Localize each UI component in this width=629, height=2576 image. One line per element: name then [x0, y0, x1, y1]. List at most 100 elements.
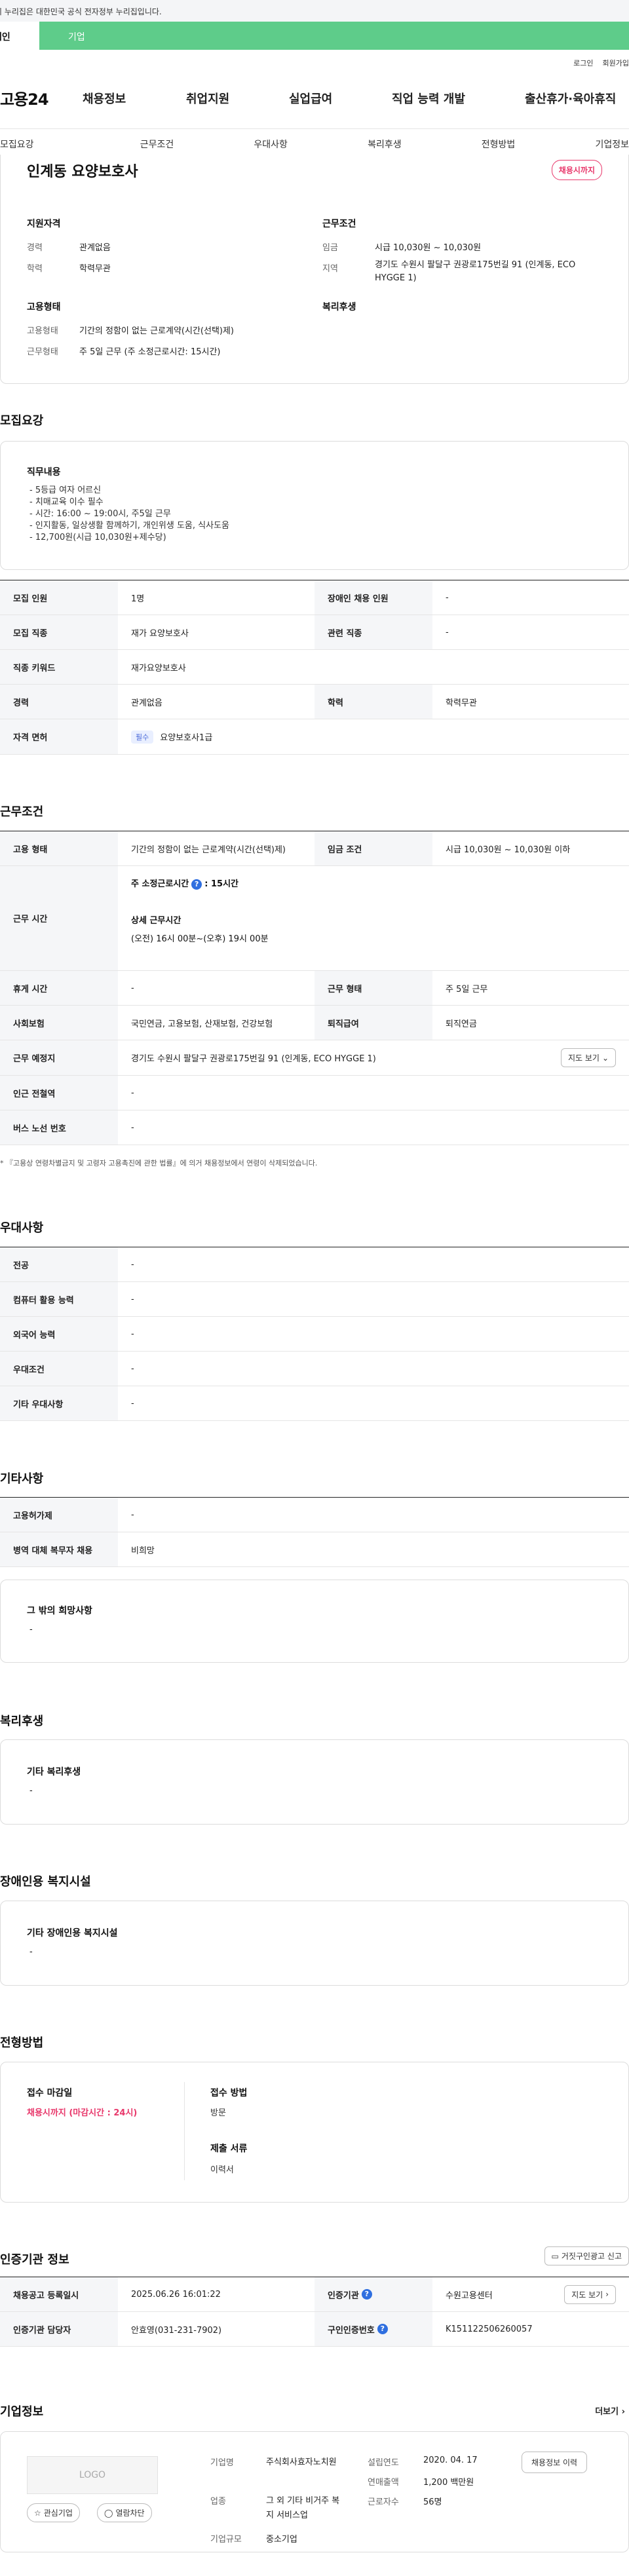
nav-vocational-training[interactable]: 직업 능력 개발: [392, 90, 465, 107]
selection-card: 접수 마감일 채용시까지 (마감시간 : 24시) 접수 방법 방문 제출 서류…: [0, 2062, 629, 2203]
row-value: 재가 요양보호사: [131, 628, 189, 639]
career-value: 관계없음: [79, 243, 111, 253]
detail-time-label: 상세 근무시간: [131, 916, 181, 926]
job-history-label: 채용정보 이력: [531, 2458, 578, 2467]
company-name-value: 주식회사효자노치원: [266, 2457, 337, 2467]
anchor-preference[interactable]: 우대사항: [254, 138, 288, 157]
preference-heading: 우대사항: [0, 1221, 44, 1235]
row-value: 비희망: [131, 1545, 155, 1556]
sales-label: 연매출액: [368, 2478, 399, 2488]
user-type-tabs: 개인 기업: [0, 22, 629, 50]
row-value: 2025.06.26 16:01:22: [131, 2289, 221, 2300]
row-label: 우대조건: [0, 1352, 118, 1386]
job-no-label: 구인인증번호: [328, 2325, 375, 2336]
welfare-box-heading: 기타 복리후생: [27, 1767, 81, 1777]
row-value: -: [131, 1088, 134, 1098]
employees-value: 56명: [423, 2497, 442, 2507]
other-wish-value: -: [29, 1625, 33, 1635]
interest-company-button[interactable]: ☆ 관심기업: [27, 2503, 80, 2522]
anchor-welfare[interactable]: 복리후생: [368, 138, 402, 157]
block-view-button[interactable]: ◯ 열람차단: [97, 2503, 152, 2522]
row-value: 경기도 수원시 팔달구 권광로175번길 91 (인계동, ECO HYGGE …: [118, 1040, 629, 1075]
org-value: 수원고용센터: [446, 2290, 493, 2301]
more-label: 더보기: [595, 2407, 619, 2417]
nav-employment-support[interactable]: 취업지원: [186, 90, 229, 107]
table-row: 근무 예정지 경기도 수원시 팔달구 권광로175번길 91 (인계동, ECO…: [0, 1040, 629, 1076]
disability-box-heading: 기타 장애인용 복지시설: [27, 1928, 118, 1939]
signup-link[interactable]: 회원가입: [603, 58, 629, 68]
help-icon[interactable]: ?: [377, 2324, 388, 2334]
row-label: 직종 키워드: [0, 650, 118, 684]
block-button-label: 열람차단: [115, 2509, 145, 2518]
row-label: 관련 직종: [314, 615, 432, 649]
welfare-heading: 복리후생: [322, 302, 356, 313]
size-label: 기업규모: [210, 2535, 242, 2545]
table-row: 직종 키워드 재가요양보호사: [0, 650, 629, 685]
weekly-hours-label: 주 소정근로시간: [131, 879, 189, 889]
job-title: 인계동 요양보호사: [27, 164, 138, 180]
org-label: 인증기관: [328, 2290, 359, 2301]
qual-heading: 지원자격: [27, 219, 61, 229]
login-link[interactable]: 로그인: [573, 58, 593, 68]
company-name-label: 기업명: [210, 2458, 234, 2468]
gov-banner-text: 이 누리집은 대한민국 공식 전자정부 누리집입니다.: [0, 7, 162, 16]
age-note: * 『고용상 연령차별금지 및 고령자 고용촉진에 관한 법률』에 의거 채용정…: [0, 1159, 318, 1167]
emp-heading: 고용형태: [27, 302, 61, 313]
other-wish-heading: 그 밖의 희망사항: [27, 1606, 92, 1616]
row-label: 경력: [0, 685, 118, 719]
row-value: -: [131, 1398, 134, 1409]
row-value: 필수 요양보호사1급: [118, 719, 629, 754]
help-icon[interactable]: ?: [191, 879, 202, 890]
map-button-label: 지도 보기: [567, 1053, 600, 1063]
agency-heading: 인증기관 정보: [0, 2253, 69, 2267]
row-label: 학력: [314, 685, 432, 719]
row-value: -: [131, 1259, 134, 1270]
interest-button-label: 관심기업: [43, 2509, 73, 2518]
anchor-conditions[interactable]: 근무조건: [140, 138, 174, 157]
region-value: 경기도 수원시 팔달구 권광로175번길 91 (인계동, ECO HYGGE …: [375, 260, 576, 283]
anchor-recruit[interactable]: 모집요강: [0, 138, 34, 157]
edu-label: 학력: [27, 264, 43, 274]
size-value: 중소기업: [266, 2535, 297, 2545]
table-row: 근무 시간 주 소정근로시간?: 15시간 상세 근무시간 (오전) 16시 0…: [0, 866, 629, 971]
help-icon[interactable]: ?: [361, 2289, 372, 2300]
deadline-label: 접수 마감일: [27, 2088, 73, 2098]
industry-value: 그 외 기타 비거주 복지 서비스업: [266, 2496, 340, 2521]
row-label: 자격 면허: [0, 719, 118, 754]
table-row: 휴게 시간 - 근무 형태 주 5일 근무: [0, 971, 629, 1006]
deadline-value: 채용시까지 (마감시간 : 24시): [27, 2108, 138, 2118]
work-form-label: 근무형태: [27, 347, 58, 357]
job-desc-heading: 직무내용: [27, 467, 61, 478]
org-map-button[interactable]: 지도 보기 ›: [564, 2284, 616, 2304]
emp-type-value: 기간의 정함이 없는 근로계약(시간(선택)제): [79, 326, 235, 336]
work-form-value: 주 5일 근무 (주 소정근로시간: 15시간): [79, 347, 221, 357]
tab-corporate-label: 기업: [68, 32, 85, 43]
sales-value: 1,200 백만원: [423, 2478, 474, 2488]
etc-heading: 기타사항: [0, 1472, 44, 1486]
anchor-selection[interactable]: 전형방법: [482, 138, 516, 157]
cond-heading: 근무조건: [322, 219, 356, 229]
report-fake-ad-button[interactable]: ▭ 거짓구인광고 신고: [544, 2246, 629, 2265]
nav-jobs[interactable]: 채용정보: [83, 90, 126, 107]
company-more-link[interactable]: 더보기 ›: [595, 2404, 625, 2417]
row-label: 고용 형태: [0, 831, 118, 865]
method-label: 접수 방법: [210, 2088, 248, 2098]
table-row: 모집 인원 1명 장애인 채용 인원 -: [0, 580, 629, 615]
nav-maternity-leave[interactable]: 출산휴가·육아휴직: [525, 90, 616, 107]
job-summary-card: 인계동 요양보호사 채용시까지 지원자격 경력 관계없음 학력 학력무관 고용형…: [0, 155, 629, 384]
tab-corporate[interactable]: 기업: [39, 22, 629, 50]
table-row: 고용허가제 -: [0, 1498, 629, 1532]
tab-individual[interactable]: 개인: [0, 22, 39, 50]
site-logo[interactable]: 고용24: [0, 86, 72, 109]
table-row: 컴퓨터 활용 능력 -: [0, 1282, 629, 1317]
row-label: 장애인 채용 인원: [314, 580, 432, 615]
nav-unemployment-benefit[interactable]: 실업급여: [289, 90, 332, 107]
anchor-company[interactable]: 기업정보: [595, 138, 629, 157]
row-label: 임금 조건: [314, 831, 432, 865]
job-history-button[interactable]: 채용정보 이력: [522, 2452, 588, 2473]
table-row: 모집 직종 재가 요양보호사 관련 직종 -: [0, 615, 629, 650]
career-label: 경력: [27, 243, 43, 253]
table-row: 전공 -: [0, 1247, 629, 1282]
map-button[interactable]: 지도 보기 ⌄: [560, 1048, 616, 1067]
util-links: 로그인 회원가입: [573, 58, 629, 68]
